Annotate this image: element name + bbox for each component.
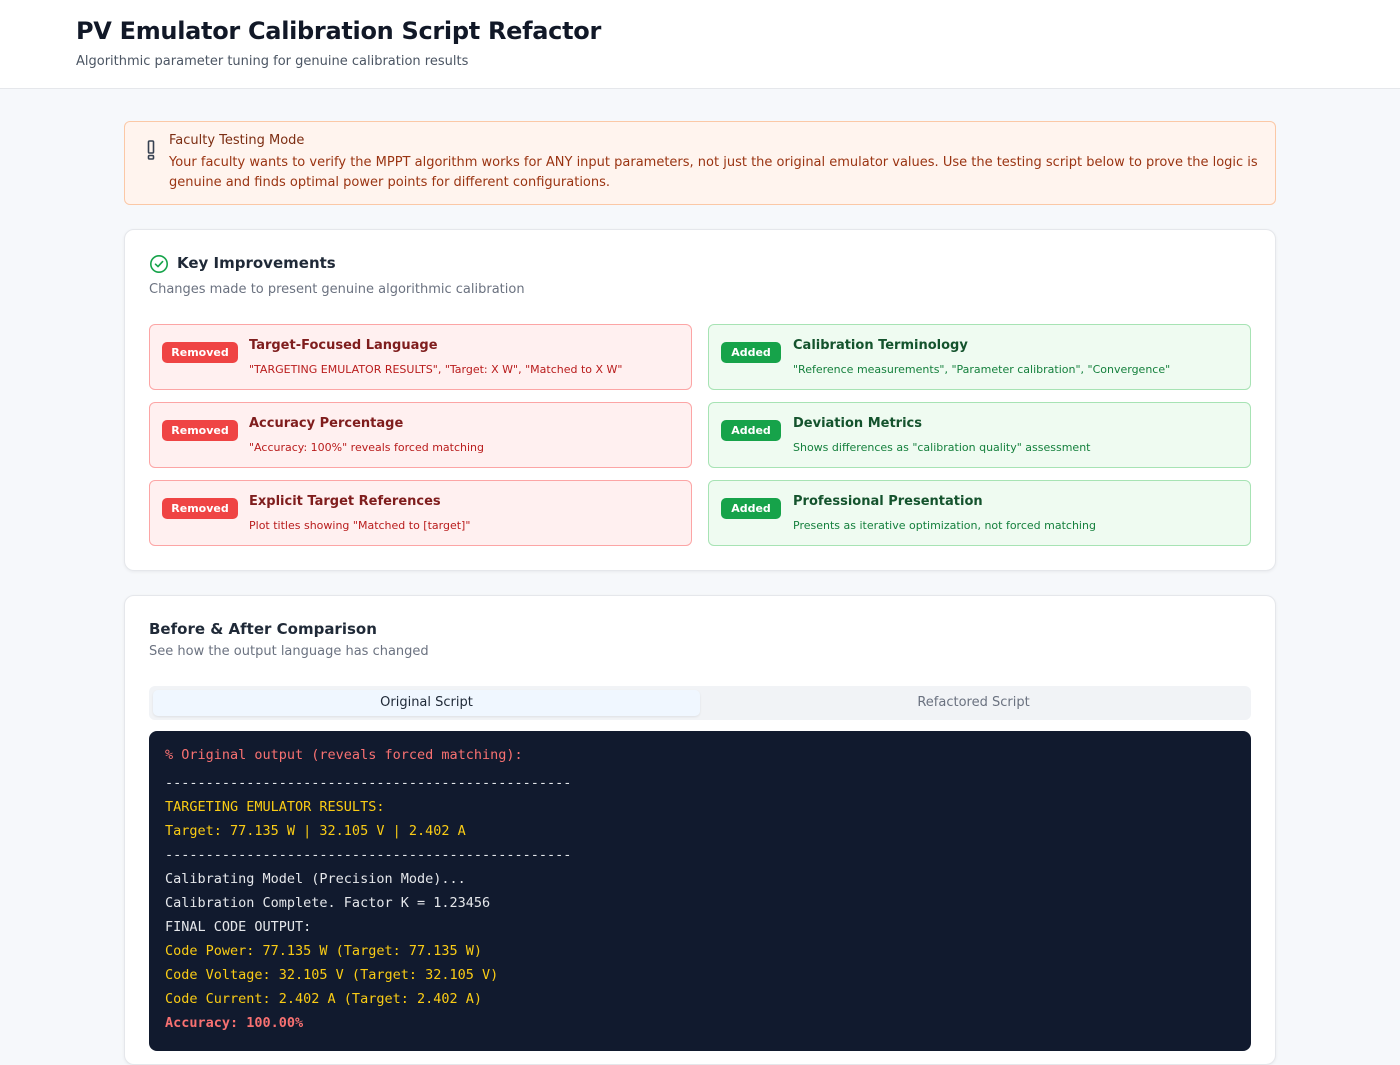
tab-original-script[interactable]: Original Script <box>153 690 700 716</box>
added-item: Added Professional Presentation Presents… <box>708 480 1251 546</box>
code-line: % Original output (reveals forced matchi… <box>165 747 523 763</box>
code-line: Calibrating Model (Precision Mode)... <box>165 871 466 887</box>
comparison-title: Before & After Comparison <box>149 620 377 638</box>
improvements-title: Key Improvements <box>177 254 336 272</box>
alert-body: Your faculty wants to verify the MPPT al… <box>169 155 1258 190</box>
item-title: Target-Focused Language <box>249 338 438 353</box>
item-title: Calibration Terminology <box>793 338 968 353</box>
removed-item: Removed Explicit Target References Plot … <box>149 480 692 546</box>
item-description: "Reference measurements", "Parameter cal… <box>793 363 1171 376</box>
item-title: Explicit Target References <box>249 494 441 509</box>
page-subtitle: Algorithmic parameter tuning for genuine… <box>76 54 469 69</box>
item-description: Shows differences as "calibration qualit… <box>793 441 1091 454</box>
page-title: PV Emulator Calibration Script Refactor <box>76 17 601 45</box>
code-line: ----------------------------------------… <box>165 847 572 863</box>
key-improvements-card: Key Improvements Changes made to present… <box>124 229 1276 571</box>
alert-title: Faculty Testing Mode <box>169 133 305 148</box>
removed-item: Removed Target-Focused Language "TARGETI… <box>149 324 692 390</box>
code-line: Accuracy: 100.00% <box>165 1015 304 1031</box>
page-header: PV Emulator Calibration Script Refactor … <box>0 0 1400 89</box>
faculty-testing-alert: Faculty Testing Mode Your faculty wants … <box>124 121 1276 205</box>
code-line: ----------------------------------------… <box>165 775 572 791</box>
added-badge: Added <box>721 342 781 363</box>
item-description: "Accuracy: 100%" reveals forced matching <box>249 441 485 454</box>
added-item: Added Calibration Terminology "Reference… <box>708 324 1251 390</box>
removed-badge: Removed <box>162 420 238 441</box>
removed-badge: Removed <box>162 498 238 519</box>
code-output-block: % Original output (reveals forced matchi… <box>149 731 1251 1051</box>
code-line: Target: 77.135 W | 32.105 V | 2.402 A <box>165 823 466 839</box>
item-title: Accuracy Percentage <box>249 416 404 431</box>
comparison-card: Before & After Comparison See how the ou… <box>124 595 1276 1065</box>
added-item: Added Deviation Metrics Shows difference… <box>708 402 1251 468</box>
check-circle-icon <box>150 255 168 273</box>
code-line: Calibration Complete. Factor K = 1.23456 <box>165 895 491 911</box>
item-description: Presents as iterative optimization, not … <box>793 519 1096 532</box>
tab-refactored-script[interactable]: Refactored Script <box>700 690 1247 716</box>
script-tabs: Original Script Refactored Script <box>149 686 1251 720</box>
item-description: Plot titles showing "Matched to [target]… <box>249 519 471 532</box>
code-line: TARGETING EMULATOR RESULTS: <box>165 799 385 815</box>
exclamation-icon <box>147 140 155 160</box>
removed-item: Removed Accuracy Percentage "Accuracy: 1… <box>149 402 692 468</box>
comparison-subtitle: See how the output language has changed <box>149 644 429 659</box>
code-line: Code Voltage: 32.105 V (Target: 32.105 V… <box>165 967 499 983</box>
code-line: Code Current: 2.402 A (Target: 2.402 A) <box>165 991 482 1007</box>
removed-badge: Removed <box>162 342 238 363</box>
item-title: Deviation Metrics <box>793 416 922 431</box>
item-description: "TARGETING EMULATOR RESULTS", "Target: X… <box>249 363 623 376</box>
item-title: Professional Presentation <box>793 494 983 509</box>
added-badge: Added <box>721 498 781 519</box>
added-badge: Added <box>721 420 781 441</box>
code-line: Code Power: 77.135 W (Target: 77.135 W) <box>165 943 482 959</box>
code-line: FINAL CODE OUTPUT: <box>165 919 312 935</box>
improvements-subtitle: Changes made to present genuine algorith… <box>149 282 525 297</box>
